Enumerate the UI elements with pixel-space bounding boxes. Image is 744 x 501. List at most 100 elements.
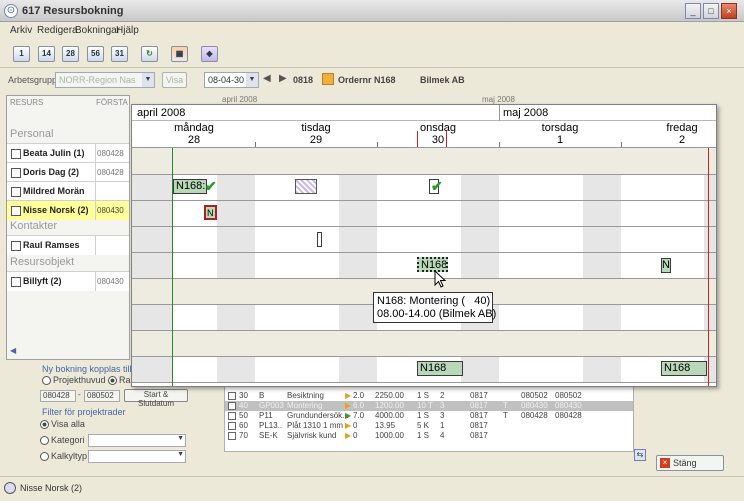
- resource-checkbox[interactable]: [11, 168, 21, 178]
- minimize-button[interactable]: _: [685, 3, 701, 19]
- resource-checkbox[interactable]: [11, 277, 21, 287]
- task-row[interactable]: ▶ 40 GP003 Montering 6.0 1200.00 10 T 3 0817 T 080…: [225, 401, 633, 411]
- view-56-days-button[interactable]: 56: [87, 46, 104, 62]
- opt-kategori[interactable]: Kategori: [40, 435, 85, 446]
- date-select[interactable]: 08-04-30 ▼: [204, 72, 259, 88]
- radio-icon: [40, 436, 49, 446]
- month-header: april 2008 maj 2008: [132, 105, 716, 121]
- start-slut-button[interactable]: Start & Slutdatum: [124, 389, 188, 408]
- task-cell-w: 0817: [470, 431, 488, 440]
- chevron-down-icon: ▼: [177, 451, 184, 458]
- col-forsta-header[interactable]: FÖRSTA: [96, 96, 128, 110]
- task-cell-q: 6.0: [353, 401, 365, 410]
- from-date-field[interactable]: 080428: [40, 390, 76, 402]
- non-working-hours: [132, 357, 172, 382]
- close-window-button[interactable]: ×: [721, 3, 737, 19]
- to-date-field[interactable]: 080502: [84, 390, 120, 402]
- task-checkbox[interactable]: [228, 392, 236, 400]
- task-checkbox[interactable]: [228, 412, 236, 420]
- menu-arkiv[interactable]: Arkiv: [10, 25, 32, 36]
- resource-checkbox[interactable]: [11, 206, 21, 216]
- schedule-popup[interactable]: april 2008 maj 2008 måndag 28 tisdag 29 …: [131, 104, 717, 387]
- resource-row[interactable]: Raul Ramses: [7, 235, 129, 255]
- non-working-hours: [217, 253, 255, 278]
- visa-button[interactable]: Visa: [162, 72, 187, 88]
- task-cell-desc: Självrisk kund: [287, 431, 337, 440]
- booking-bar[interactable]: N168: [417, 361, 463, 376]
- resource-row[interactable]: Doris Dag (2) 080428: [7, 162, 129, 182]
- resource-date: [95, 182, 129, 201]
- resource-row[interactable]: Beata Julin (1) 080428: [7, 143, 129, 163]
- schedule-lane[interactable]: [132, 331, 716, 357]
- non-working-hours: [583, 175, 621, 200]
- resource-row[interactable]: Mildred Morän: [7, 181, 129, 201]
- task-cell-q: 2.0: [353, 391, 365, 400]
- eraser-icon[interactable]: ◈: [201, 46, 218, 62]
- opt-projekthuvud[interactable]: Projekthuvud: [42, 375, 106, 386]
- view-month-button[interactable]: 31: [111, 46, 128, 62]
- task-row[interactable]: ▶ 50 P11 Grundundersök... 7.0 4000.00 1 S 3 0817…: [225, 411, 633, 421]
- task-checkbox[interactable]: [228, 402, 236, 410]
- next-arrow-icon[interactable]: ▶: [279, 73, 287, 84]
- month-separator: [499, 105, 500, 121]
- resource-checkbox[interactable]: [11, 187, 21, 197]
- task-checkbox[interactable]: [228, 422, 236, 430]
- opt-ra-label: Ra: [119, 375, 131, 385]
- resource-checkbox[interactable]: [11, 241, 21, 251]
- close-button[interactable]: × Stäng: [656, 455, 724, 471]
- task-row[interactable]: ▶ 60 PL13.. Plåt 1310 1 mm 0 13.95 5 K 1 0817: [225, 421, 633, 431]
- task-cell-u: 10 T: [417, 401, 433, 410]
- task-checkbox[interactable]: [228, 432, 236, 440]
- non-working-hours: [461, 357, 499, 382]
- schedule-lane[interactable]: [132, 175, 716, 201]
- booking-bar-hatched[interactable]: [295, 179, 317, 194]
- schedule-lane[interactable]: [132, 227, 716, 253]
- non-working-hours: [217, 201, 255, 226]
- project-row-list: ▶ 30 B Besiktning 2.0 2250.00 1 S 2 0817 080502 08…: [224, 386, 634, 452]
- month-april: april 2008: [137, 107, 186, 119]
- resource-row[interactable]: Billyft (2) 080430: [7, 271, 129, 291]
- opt-visa-alla-label: Visa alla: [51, 419, 85, 429]
- date-separator: -: [78, 390, 81, 399]
- task-cell-u: 5 K: [417, 421, 430, 430]
- day-tick: [621, 142, 622, 147]
- col-resurs-header[interactable]: RESURS: [10, 96, 43, 110]
- scroll-down-icon[interactable]: ⇆: [634, 449, 646, 461]
- booking-bar[interactable]: N: [661, 258, 671, 273]
- view-1-day-button[interactable]: 1: [13, 46, 30, 62]
- mouse-cursor-icon: [434, 270, 447, 288]
- menu-hjalp[interactable]: Hjälp: [116, 25, 139, 36]
- booking-bar[interactable]: N168: [661, 361, 707, 376]
- view-28-days-button[interactable]: 28: [62, 46, 79, 62]
- schedule-lane[interactable]: [132, 201, 716, 227]
- booking-bar-tiny[interactable]: [317, 232, 322, 247]
- kategori-select[interactable]: ▼: [88, 434, 186, 447]
- scroll-left-icon[interactable]: ◀: [10, 346, 16, 355]
- opt-ra[interactable]: Ra: [108, 375, 131, 386]
- booking-bar-conflict[interactable]: N: [204, 205, 217, 220]
- resource-list: RESURS FÖRSTA Personal Beata Julin (1) 08…: [6, 95, 130, 360]
- task-row[interactable]: ▶ 70 SE-K Självrisk kund 0 1000.00 1 S 4 0817: [225, 431, 633, 441]
- menu-bokningar[interactable]: Bokningar: [75, 25, 120, 36]
- task-cell-d2: 080502: [555, 391, 582, 400]
- view-14-days-button[interactable]: 14: [38, 46, 55, 62]
- menu-redigera[interactable]: Redigera: [37, 25, 78, 36]
- arbetsgrupp-label: Arbetsgrupp: [8, 75, 58, 85]
- task-cell-code: P11: [259, 411, 273, 420]
- task-row[interactable]: ▶ 30 B Besiktning 2.0 2250.00 1 S 2 0817 080502 08…: [225, 391, 633, 401]
- opt-visa-alla[interactable]: Visa alla: [40, 419, 85, 430]
- resource-checkbox[interactable]: [11, 149, 21, 159]
- kalkyltyp-select[interactable]: ▼: [88, 450, 186, 463]
- non-working-hours: [583, 253, 621, 278]
- arbetsgrupp-select[interactable]: NORR-Region Nas ▼: [55, 72, 155, 88]
- opt-kalkyltyp[interactable]: Kalkyltyp: [40, 451, 87, 462]
- prev-arrow-icon[interactable]: ◀: [263, 73, 271, 84]
- calendar-icon[interactable]: ▦: [171, 46, 188, 62]
- schedule-lane[interactable]: [132, 148, 716, 175]
- refresh-icon[interactable]: ↻: [141, 46, 158, 62]
- booking-bar[interactable]: N168:: [173, 179, 207, 194]
- order-label: Ordernr N168: [338, 75, 396, 85]
- task-cell-q: 0: [353, 421, 358, 430]
- maximize-button[interactable]: □: [703, 3, 719, 19]
- day-name: onsdag: [419, 122, 457, 134]
